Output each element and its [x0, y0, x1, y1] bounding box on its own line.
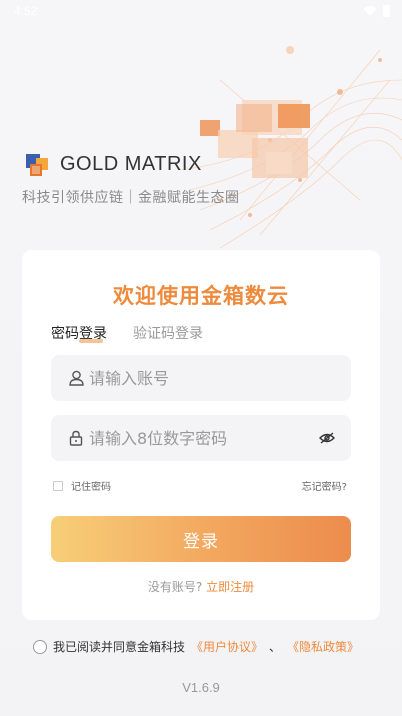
register-link[interactable]: 立即注册	[206, 580, 254, 594]
user-icon	[69, 370, 84, 386]
tab-password-login[interactable]: 密码登录	[51, 323, 107, 343]
password-input[interactable]	[89, 415, 309, 461]
privacy-policy-link[interactable]: 《隐私政策》	[287, 638, 359, 655]
account-field[interactable]	[51, 355, 351, 401]
wifi-icon	[363, 6, 377, 16]
status-time: 4:52	[14, 4, 38, 18]
battery-icon	[383, 5, 390, 17]
agreement-radio[interactable]	[33, 639, 47, 654]
register-prompt: 没有账号? 立即注册	[22, 578, 380, 595]
remember-password[interactable]: 记住密码	[53, 478, 111, 493]
agreement-row: 我已阅读并同意金箱科技 《用户协议》、《隐私政策》	[33, 638, 359, 655]
login-tabs: 密码登录 验证码登录	[51, 323, 203, 343]
password-field[interactable]	[51, 415, 351, 461]
hero-illustration	[180, 46, 402, 249]
user-agreement-link[interactable]: 《用户协议》	[191, 638, 263, 655]
gold-matrix-logo-icon	[26, 154, 48, 176]
account-input[interactable]	[89, 355, 309, 401]
forgot-password-link[interactable]: 忘记密码?	[302, 478, 347, 493]
brand-logo: GOLD MATRIX	[24, 150, 202, 178]
login-button[interactable]: 登录	[51, 516, 351, 562]
tab-code-login[interactable]: 验证码登录	[133, 323, 203, 343]
no-account-text: 没有账号?	[147, 580, 203, 594]
remember-label: 记住密码	[71, 482, 111, 493]
remember-checkbox[interactable]	[53, 480, 63, 491]
brand-slogan: 科技引领供应链｜金融赋能生态圈	[22, 190, 240, 206]
agreement-separator: 、	[269, 640, 282, 654]
brand-name: GOLD MATRIX	[60, 152, 202, 175]
app-version: V1.6.9	[182, 680, 220, 695]
eye-off-icon[interactable]	[319, 432, 335, 444]
status-icons	[363, 5, 390, 17]
agreement-prefix: 我已阅读并同意金箱科技	[53, 640, 186, 654]
welcome-title: 欢迎使用金箱数云	[113, 284, 289, 308]
login-card: 欢迎使用金箱数云 密码登录 验证码登录 记住密码 忘记密码? 登录 没有账号? …	[22, 250, 380, 620]
lock-icon	[69, 430, 83, 446]
